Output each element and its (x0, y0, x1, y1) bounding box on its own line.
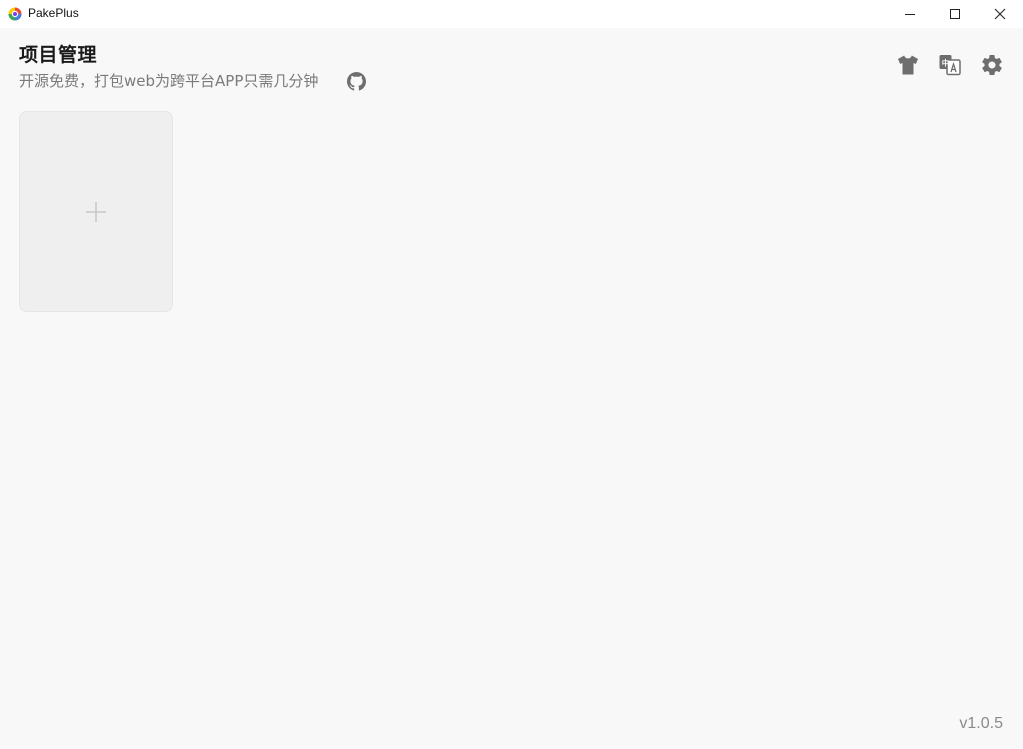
page-subtitle: 开源免费，打包web为跨平台APP只需几分钟 (19, 72, 319, 90)
maximize-icon (949, 8, 961, 20)
version-label: v1.0.5 (959, 715, 1003, 732)
minimize-button[interactable] (887, 0, 933, 28)
translate-icon[interactable]: 中 (938, 53, 962, 77)
minimize-icon (904, 8, 916, 20)
tshirt-icon[interactable] (896, 53, 920, 77)
gear-icon[interactable] (980, 53, 1004, 77)
page-title: 项目管理 (19, 44, 98, 66)
close-icon (994, 8, 1006, 20)
translate-icon-glyph: 中 (942, 58, 950, 68)
github-icon[interactable] (347, 72, 366, 91)
app-logo-icon (8, 6, 22, 21)
close-button[interactable] (977, 0, 1023, 28)
window-title: PakePlus (28, 6, 79, 20)
app-window: PakePlus 项目管理 开源免费，打包web为跨平台APP只需几分钟 中 v… (0, 0, 1023, 749)
plus-icon (84, 200, 108, 224)
title-bar[interactable]: PakePlus (0, 0, 1023, 28)
add-project-card[interactable] (19, 111, 173, 312)
maximize-button[interactable] (932, 0, 978, 28)
